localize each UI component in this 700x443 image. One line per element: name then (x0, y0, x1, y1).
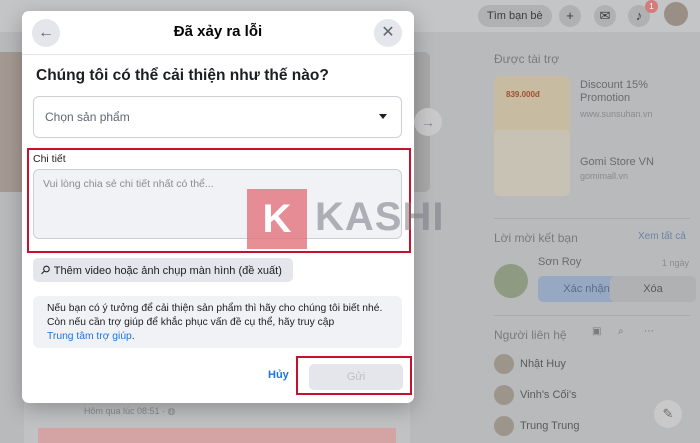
contact-avatar (494, 416, 514, 436)
watermark-logo: K KASHI (247, 189, 457, 249)
contact-avatar (494, 354, 514, 374)
plus-icon[interactable]: + (559, 5, 581, 27)
divider (494, 218, 690, 219)
video-icon[interactable]: ▣ (592, 326, 601, 337)
contact-item[interactable]: Trung Trung (494, 416, 580, 436)
post-timestamp: Hôm qua lúc 08:51 · ◍ (84, 406, 176, 416)
product-select-value: Chọn sản phẩm (45, 110, 130, 124)
logo-mark: K (247, 189, 307, 249)
ad-title[interactable]: Gomi Store VN (580, 156, 654, 169)
ad-price-text: 839.000đ (506, 90, 540, 99)
contacts-heading: Người liên hệ (494, 328, 567, 342)
friend-name[interactable]: Sơn Roy (538, 256, 581, 269)
find-friends-button[interactable]: Tìm bạn bè (478, 5, 552, 27)
highlight-frame (296, 356, 412, 395)
ad-url: www.sunsuhan.vn (580, 109, 653, 119)
cancel-button[interactable]: Hủy (268, 369, 289, 381)
add-media-button[interactable]: ⚲Thêm video hoặc ảnh chụp màn hình (đề x… (33, 258, 293, 282)
dialog-header: ← Đã xảy ra lỗi ✕ (22, 11, 414, 55)
help-center-link[interactable]: Trung tâm trợ giúp (47, 331, 132, 342)
info-message: Nếu bạn có ý tưởng để cải thiện sản phẩm… (33, 296, 402, 348)
sponsored-heading: Được tài trợ (494, 52, 560, 66)
ad-image[interactable] (494, 130, 570, 196)
friend-request-time: 1 ngày (662, 258, 690, 268)
see-all-link[interactable]: Xem tất cả (638, 231, 686, 242)
delete-button[interactable]: Xóa (610, 276, 696, 302)
close-icon[interactable]: ✕ (374, 19, 402, 47)
divider (494, 315, 690, 316)
arrow-right-icon[interactable]: → (414, 108, 442, 136)
messenger-icon[interactable]: ✉ (594, 5, 616, 27)
dialog-title: Đã xảy ra lỗi (173, 23, 263, 40)
dialog-heading: Chúng tôi có thể cải thiện như thế nào? (36, 67, 329, 84)
globe-icon: ◍ (167, 406, 176, 416)
ad-title[interactable]: Discount 15% Promotion (580, 79, 648, 105)
friend-avatar[interactable] (494, 264, 528, 298)
contact-item[interactable]: Nhật Huy (494, 354, 566, 374)
post-media (38, 428, 396, 443)
right-sidebar: Được tài trợ 839.000đ Discount 15% Promo… (482, 40, 700, 443)
more-icon[interactable]: ⋯ (644, 326, 654, 337)
contact-item[interactable]: Vinh's Cối's (494, 385, 577, 405)
profile-avatar[interactable] (664, 2, 688, 26)
ad-url: gomimall.vn (580, 171, 629, 181)
friend-requests-heading: Lời mời kết bạn (494, 231, 578, 245)
notification-badge: 1 (645, 0, 658, 13)
search-icon[interactable]: ⌕ (618, 326, 624, 337)
contact-avatar (494, 385, 514, 405)
new-message-icon[interactable]: ✎ (654, 400, 682, 428)
caret-down-icon (379, 114, 387, 119)
logo-text: KASHI (315, 195, 445, 239)
product-select[interactable]: Chọn sản phẩm (33, 96, 402, 138)
